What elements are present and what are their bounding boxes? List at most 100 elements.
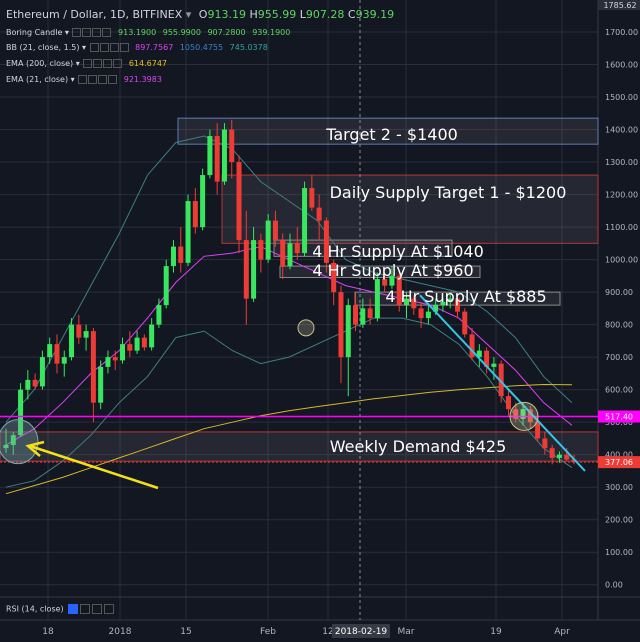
y-tick-label: 800.00 <box>605 321 633 330</box>
more-icon[interactable] <box>119 43 129 52</box>
candle-body <box>178 246 184 263</box>
visibility-icon[interactable] <box>68 604 79 614</box>
indicator-name: EMA (21, close) <box>6 75 69 84</box>
caret-down-icon[interactable]: ▾ <box>186 8 192 21</box>
indicator-ema21[interactable]: EMA (21, close) ▾ 921.3983 <box>6 75 162 85</box>
zone-label: Target 2 - $1400 <box>325 125 458 144</box>
candle-body <box>280 240 286 267</box>
indicator-value: 913.1900 <box>118 28 157 37</box>
candle-body <box>32 379 38 387</box>
candle-body <box>200 175 206 228</box>
high-value: 955.99 <box>257 8 297 21</box>
settings-icon[interactable] <box>82 28 92 37</box>
candle-body <box>549 448 555 458</box>
indicator-value: 955.9900 <box>162 28 201 37</box>
candle-body <box>47 344 53 358</box>
settings-icon[interactable] <box>88 75 98 84</box>
candle-body <box>156 305 162 325</box>
x-tick-label: Feb <box>260 627 276 637</box>
visibility-icon[interactable] <box>78 75 88 84</box>
candle-body <box>316 207 322 221</box>
price-chart[interactable]: 1700.00 1600.00 1500.00 1400.00 1300.00 1200.… <box>0 0 640 642</box>
visibility-icon[interactable] <box>83 59 93 68</box>
close-icon[interactable] <box>98 75 108 84</box>
more-icon[interactable] <box>104 604 115 614</box>
indicator-value: 921.3983 <box>123 75 162 84</box>
settings-icon[interactable] <box>93 59 103 68</box>
candle-body <box>265 220 271 260</box>
open-value: 913.19 <box>207 8 246 21</box>
candle-body <box>258 240 264 260</box>
indicator-value: 939.1900 <box>252 28 291 37</box>
indicator-ema200[interactable]: EMA (200, close) ▾ 614.6747 <box>6 59 167 69</box>
y-tick-label: 600.00 <box>605 386 633 395</box>
symbol-header[interactable]: Ethereum / Dollar, 1D, BITFINEX ▾ O913.1… <box>6 8 394 21</box>
y-tick-label: 1400.00 <box>605 126 638 135</box>
price-label-text: 377.06 <box>605 458 633 467</box>
candle-body <box>54 344 60 364</box>
x-tick-label: Mar <box>398 627 415 637</box>
candle-body <box>309 188 315 208</box>
candle-body <box>353 305 359 325</box>
x-tick-label: 19 <box>490 627 502 637</box>
close-icon[interactable] <box>103 59 113 68</box>
x-tick-label: 18 <box>42 627 54 637</box>
indicator-bb[interactable]: BB (21, close, 1.5) ▾ 897.7567 1050.4755… <box>6 43 268 53</box>
y-tick-label: 700.00 <box>605 353 633 362</box>
candle-body <box>556 454 562 458</box>
symbol-title[interactable]: Ethereum / Dollar, 1D, BITFINEX <box>6 8 182 21</box>
visibility-icon[interactable] <box>72 28 82 37</box>
indicator-value: 614.6747 <box>128 59 168 68</box>
close-icon[interactable] <box>92 604 103 614</box>
candle-body <box>302 188 308 254</box>
indicator-value: 897.7567 <box>135 43 174 52</box>
candle-body <box>120 344 126 361</box>
highlight-circle <box>297 319 315 337</box>
y-tick-label: 1000.00 <box>605 256 638 265</box>
candle-body <box>505 396 511 410</box>
candle-body <box>374 279 380 319</box>
indicator-boring-candle[interactable]: Boring Candle ▾ 913.1900 955.9900 907.28… <box>6 28 290 38</box>
candle-body <box>272 220 278 241</box>
candle-body <box>69 324 75 358</box>
indicator-name: BB (21, close, 1.5) <box>6 43 80 52</box>
y-tick-label: 1700.00 <box>605 28 638 37</box>
y-tick-label: 900.00 <box>605 288 633 297</box>
candle-body <box>338 292 344 358</box>
indicator-name: Boring Candle <box>6 28 63 37</box>
candle-body <box>564 454 570 460</box>
rsi-pane-label[interactable]: RSI (14, close) <box>6 604 115 614</box>
more-icon[interactable] <box>102 28 112 37</box>
candle-body <box>185 201 191 263</box>
candle-body <box>163 266 169 306</box>
candle-body <box>25 379 31 390</box>
close-icon[interactable] <box>92 28 102 37</box>
visibility-icon[interactable] <box>89 43 99 52</box>
candle-body <box>61 357 67 364</box>
settings-icon[interactable] <box>80 604 91 614</box>
candle-body <box>360 308 366 325</box>
zone-label: 4 Hr Supply At $885 <box>385 287 546 306</box>
candle-body <box>83 331 89 338</box>
candle-body <box>345 305 351 358</box>
y-tick-label: 100.00 <box>605 548 633 557</box>
zone-label: Daily Supply Target 1 - $1200 <box>330 183 567 202</box>
y-tick-label: 200.00 <box>605 516 633 525</box>
more-icon[interactable] <box>108 75 118 84</box>
settings-icon[interactable] <box>99 43 109 52</box>
close-icon[interactable] <box>109 43 119 52</box>
candle-body <box>367 308 373 319</box>
more-icon[interactable] <box>113 59 123 68</box>
candle-body <box>149 324 155 348</box>
top-price-label: 1785.62 <box>603 1 636 10</box>
candle-body <box>425 311 431 319</box>
chart-background <box>0 0 640 642</box>
close-value: 939.19 <box>355 8 395 21</box>
indicator-name: EMA (200, close) <box>6 59 74 68</box>
candle-body <box>251 240 257 299</box>
candle-body <box>170 246 176 267</box>
candle-body <box>105 357 111 367</box>
zone-label: 4 Hr Supply At $1040 <box>312 242 484 261</box>
highlight-circle <box>0 419 39 465</box>
candle-body <box>243 240 249 299</box>
